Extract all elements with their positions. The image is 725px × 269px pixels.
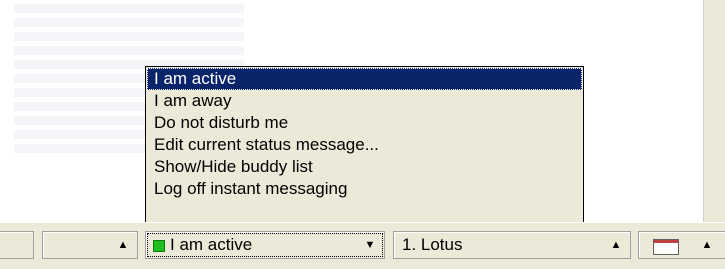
- location-combo[interactable]: 1. Lotus ▲: [393, 231, 631, 259]
- chevron-up-icon[interactable]: ▲: [604, 234, 628, 256]
- menu-item-i-am-away[interactable]: I am away: [147, 90, 583, 112]
- calendar-combo[interactable]: ▲: [638, 231, 725, 259]
- menu-item-i-am-active[interactable]: I am active: [147, 68, 582, 90]
- status-active-icon: [153, 240, 165, 252]
- chevron-up-icon[interactable]: ▲: [695, 234, 719, 256]
- chevron-up-icon[interactable]: ▲: [111, 234, 135, 256]
- blank-combo[interactable]: ▲: [42, 231, 138, 259]
- chevron-down-icon[interactable]: ▼: [358, 234, 382, 256]
- vertical-scrollbar[interactable]: [703, 0, 725, 222]
- status-combo[interactable]: I am active ▼: [145, 231, 385, 259]
- menu-item-do-not-disturb[interactable]: Do not disturb me: [147, 112, 583, 134]
- menu-item-log-off-im[interactable]: Log off instant messaging: [147, 178, 583, 200]
- menu-item-edit-status-message[interactable]: Edit current status message...: [147, 134, 583, 156]
- status-combo-value: I am active: [170, 235, 253, 254]
- calendar-icon: [653, 239, 679, 255]
- location-combo-value: 1. Lotus: [402, 235, 463, 254]
- menu-item-show-hide-buddy-list[interactable]: Show/Hide buddy list: [147, 156, 583, 178]
- status-bar: ▲ I am active ▼ 1. Lotus ▲ ▲: [0, 222, 725, 269]
- status-dropdown-menu: I am active I am away Do not disturb me …: [145, 66, 584, 226]
- statusbar-left-field[interactable]: [0, 231, 34, 259]
